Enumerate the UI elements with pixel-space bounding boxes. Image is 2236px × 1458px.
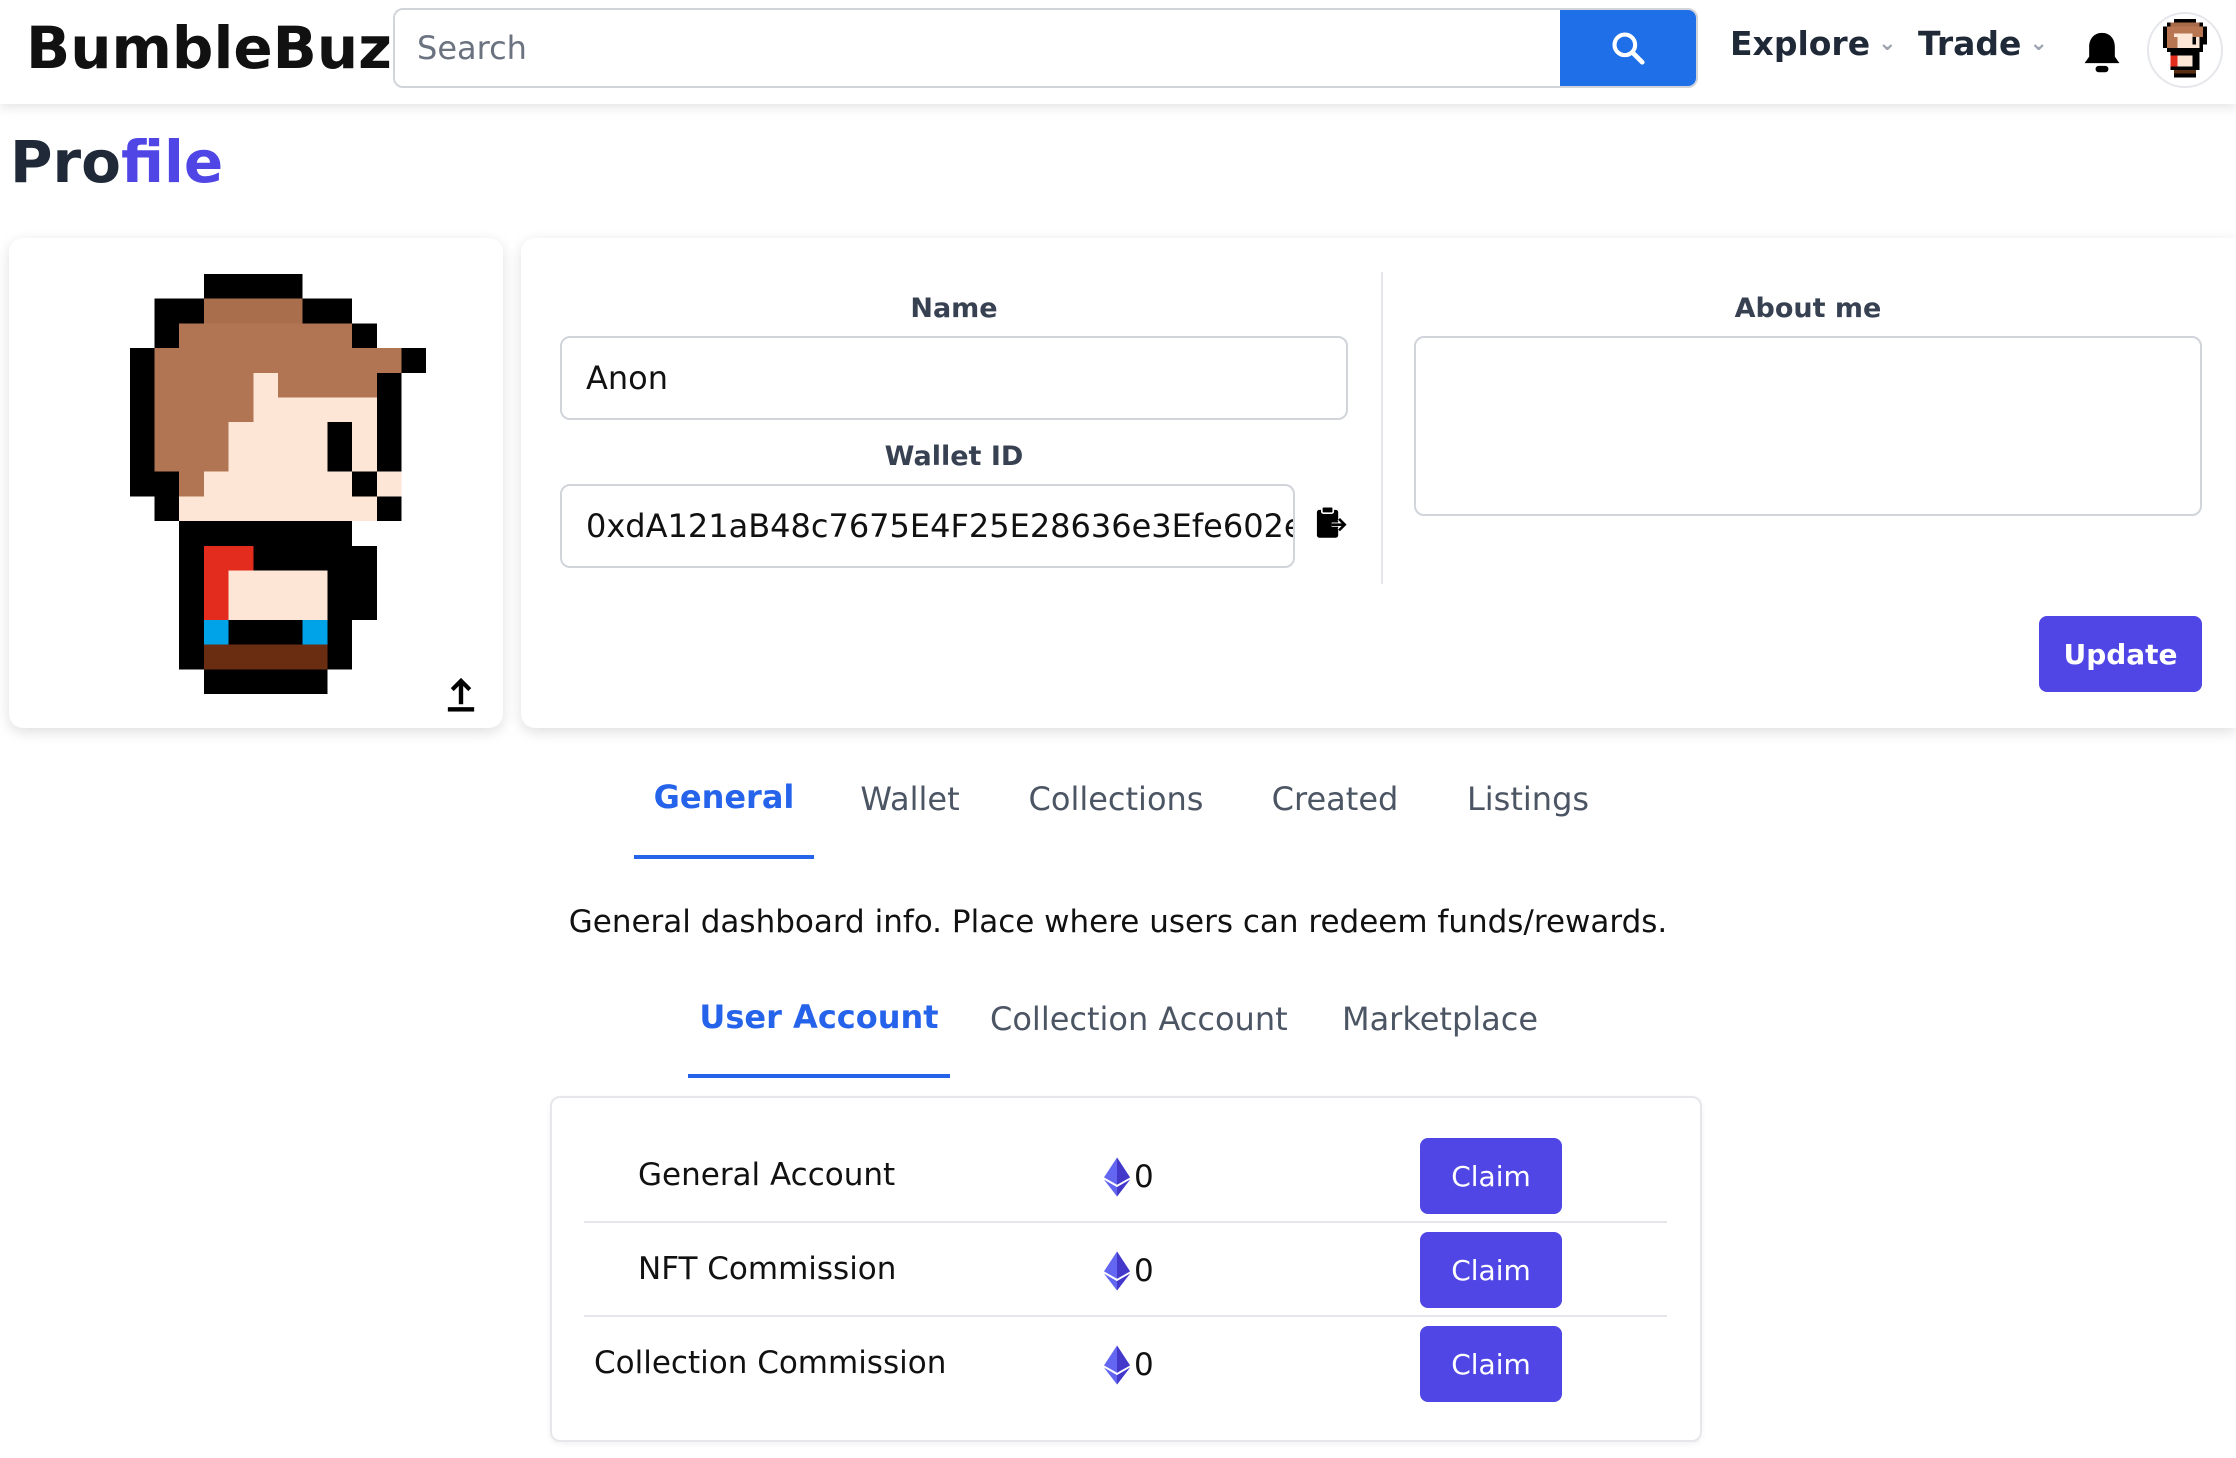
search-button[interactable]	[1560, 10, 1696, 86]
about-me-field[interactable]	[1414, 336, 2202, 516]
row-value-general-account: 0	[1104, 1157, 1154, 1197]
row-amount: 0	[1134, 1347, 1154, 1383]
claim-button[interactable]: Claim	[1420, 1326, 1562, 1402]
ethereum-icon	[1104, 1157, 1130, 1197]
avatar-card	[9, 238, 503, 728]
claim-button[interactable]: Claim	[1420, 1138, 1562, 1214]
nav-explore-label: Explore	[1730, 24, 1871, 63]
ethereum-icon	[1104, 1251, 1130, 1291]
row-divider	[584, 1315, 1667, 1317]
nav-explore[interactable]: Explore ⌄	[1730, 24, 1897, 63]
subtab-user-account[interactable]: User Account	[688, 998, 950, 1036]
page-title-part2: file	[120, 128, 224, 196]
tab-general-underline	[634, 855, 814, 859]
notification-bell-icon[interactable]	[2080, 28, 2124, 82]
row-value-collection-commission: 0	[1104, 1345, 1154, 1385]
avatar	[2163, 19, 2207, 78]
tab-general[interactable]: General	[634, 778, 814, 816]
claim-button[interactable]: Claim	[1420, 1232, 1562, 1308]
row-amount: 0	[1134, 1159, 1154, 1195]
tab-wallet[interactable]: Wallet	[840, 780, 980, 818]
row-value-nft-commission: 0	[1104, 1251, 1154, 1291]
subtab-user-account-underline	[688, 1074, 950, 1078]
chevron-down-icon: ⌄	[1878, 31, 1897, 56]
ethereum-icon	[1104, 1345, 1130, 1385]
search-icon	[1612, 32, 1645, 65]
wallet-id-label: Wallet ID	[884, 441, 1024, 472]
row-label-general-account: General Account	[638, 1157, 896, 1193]
subtab-collection-account[interactable]: Collection Account	[990, 1000, 1288, 1038]
row-divider	[584, 1221, 1667, 1223]
row-label-collection-commission: Collection Commission	[594, 1345, 947, 1381]
clipboard-copy-icon[interactable]	[1313, 505, 1347, 541]
row-amount: 0	[1134, 1253, 1154, 1289]
card-divider	[1381, 272, 1383, 584]
general-description: General dashboard info. Place where user…	[568, 904, 1668, 940]
tab-listings[interactable]: Listings	[1452, 780, 1604, 818]
name-label: Name	[910, 293, 998, 324]
upload-icon[interactable]	[446, 675, 476, 713]
page-title-part1: Pro	[10, 128, 121, 196]
update-button[interactable]: Update	[2039, 616, 2202, 692]
brand-logo[interactable]: BumbleBuzz	[26, 14, 426, 82]
page-title: Profile	[10, 128, 223, 196]
search-bar	[393, 8, 1698, 88]
chevron-down-icon: ⌄	[2029, 31, 2048, 56]
wallet-id-value: 0xdA121aB48c7675E4F25E28636e3Efe602e...	[586, 507, 1295, 545]
row-label-nft-commission: NFT Commission	[638, 1251, 897, 1287]
nav-trade-label: Trade	[1918, 24, 2022, 63]
tab-created[interactable]: Created	[1256, 780, 1414, 818]
user-avatar-button[interactable]	[2147, 12, 2223, 88]
name-field[interactable]: Anon	[560, 336, 1348, 420]
about-me-label: About me	[1734, 293, 1882, 324]
tab-collections[interactable]: Collections	[1016, 780, 1216, 818]
wallet-id-field[interactable]: 0xdA121aB48c7675E4F25E28636e3Efe602e...	[560, 484, 1295, 568]
name-value: Anon	[586, 359, 669, 397]
top-navbar: BumbleBuzz Explore ⌄ Trade ⌄	[0, 0, 2236, 104]
nav-trade[interactable]: Trade ⌄	[1918, 24, 2048, 63]
subtab-marketplace[interactable]: Marketplace	[1330, 1000, 1550, 1038]
search-input[interactable]	[395, 10, 1560, 86]
profile-avatar-image[interactable]	[126, 274, 430, 694]
